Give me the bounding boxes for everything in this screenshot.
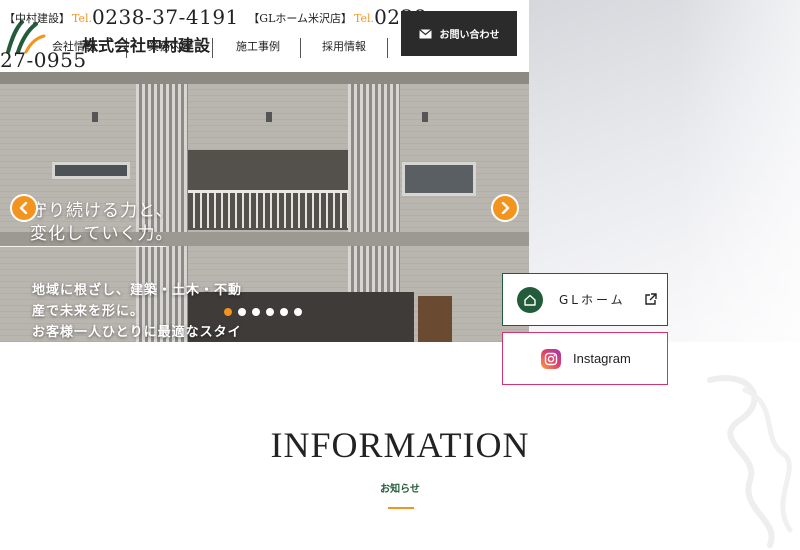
tel-prefix: Tel. — [72, 12, 93, 25]
slider-pagination — [224, 308, 302, 316]
hero-text-underline — [0, 246, 166, 247]
contact-button[interactable]: お問い合わせ — [401, 11, 517, 56]
chevron-right-icon — [501, 202, 510, 214]
tel-number-continued: 27-0955 — [0, 48, 87, 72]
chevron-left-icon — [19, 202, 28, 214]
slider-next-button[interactable] — [491, 194, 519, 222]
slider-dot[interactable] — [280, 308, 288, 316]
gl-home-link[interactable]: GLホーム — [502, 273, 668, 326]
hero-wall-lamp — [422, 112, 428, 122]
tel-number-nakamura[interactable]: 0238-37-4191 — [92, 5, 239, 29]
contact-button-label: お問い合わせ — [439, 30, 500, 41]
hero-door — [418, 296, 452, 342]
slider-dot[interactable] — [224, 308, 232, 316]
external-link-icon — [644, 293, 657, 305]
information-subheading: お知らせ — [380, 484, 420, 495]
hero-catch-line: 守り続ける力と、 — [30, 201, 174, 221]
hero-catch-line: 変化していく力。 — [30, 224, 174, 244]
information-heading: INFORMATION — [270, 425, 530, 465]
instagram-label: Instagram — [573, 351, 631, 366]
instagram-icon — [541, 348, 561, 369]
right-background-shade — [680, 0, 800, 342]
mail-icon — [418, 28, 432, 38]
header-phone-row: 【中村建設】Tel.0238-37-4191 【GLホーム米沢店】Tel.023… — [4, 6, 434, 30]
hero-balcony-rail — [186, 190, 350, 228]
hero-wall-lamp — [92, 112, 98, 122]
tel-label: 【中村建設】 — [4, 12, 70, 25]
information-accent-line — [388, 507, 414, 509]
company-name[interactable]: 株式会社中村建設 — [82, 32, 210, 56]
tel-label: 【GLホーム米沢店】 — [248, 12, 353, 25]
hero-sub-line: 産で未来を形に。 — [32, 304, 145, 319]
hero-window-left — [52, 162, 130, 179]
slider-dot[interactable] — [252, 308, 260, 316]
nav-divider — [300, 38, 301, 58]
slider-prev-button[interactable] — [10, 194, 38, 222]
hero-window-right — [402, 162, 476, 196]
slider-dot[interactable] — [294, 308, 302, 316]
hero-sub-line: 地域に根ざし、建築・土木・不動 — [32, 283, 243, 298]
slider-dot[interactable] — [238, 308, 246, 316]
hero-sub-line: お客様一人ひとりに最適なスタイ — [32, 325, 242, 340]
hero-subcopy: 地域に根ざし、建築・土木・不動 産で未来を形に。 お客様一人ひとりに最適なスタイ — [32, 280, 242, 342]
slider-dot[interactable] — [266, 308, 274, 316]
tel-prefix: Tel. — [354, 12, 375, 25]
nav-item-recruit[interactable]: 採用情報 — [322, 36, 366, 58]
nav-item-works[interactable]: 施工事例 — [236, 36, 280, 58]
hero-catchphrase: 守り続ける力と、 変化していく力。 — [30, 200, 174, 246]
hero-wall-lamp — [266, 112, 272, 122]
hero-roofline — [0, 72, 529, 84]
nav-divider — [212, 38, 213, 58]
home-icon — [517, 286, 543, 313]
gl-home-label: GLホーム — [559, 293, 626, 307]
nav-divider — [387, 38, 388, 58]
instagram-link[interactable]: Instagram — [502, 332, 668, 385]
